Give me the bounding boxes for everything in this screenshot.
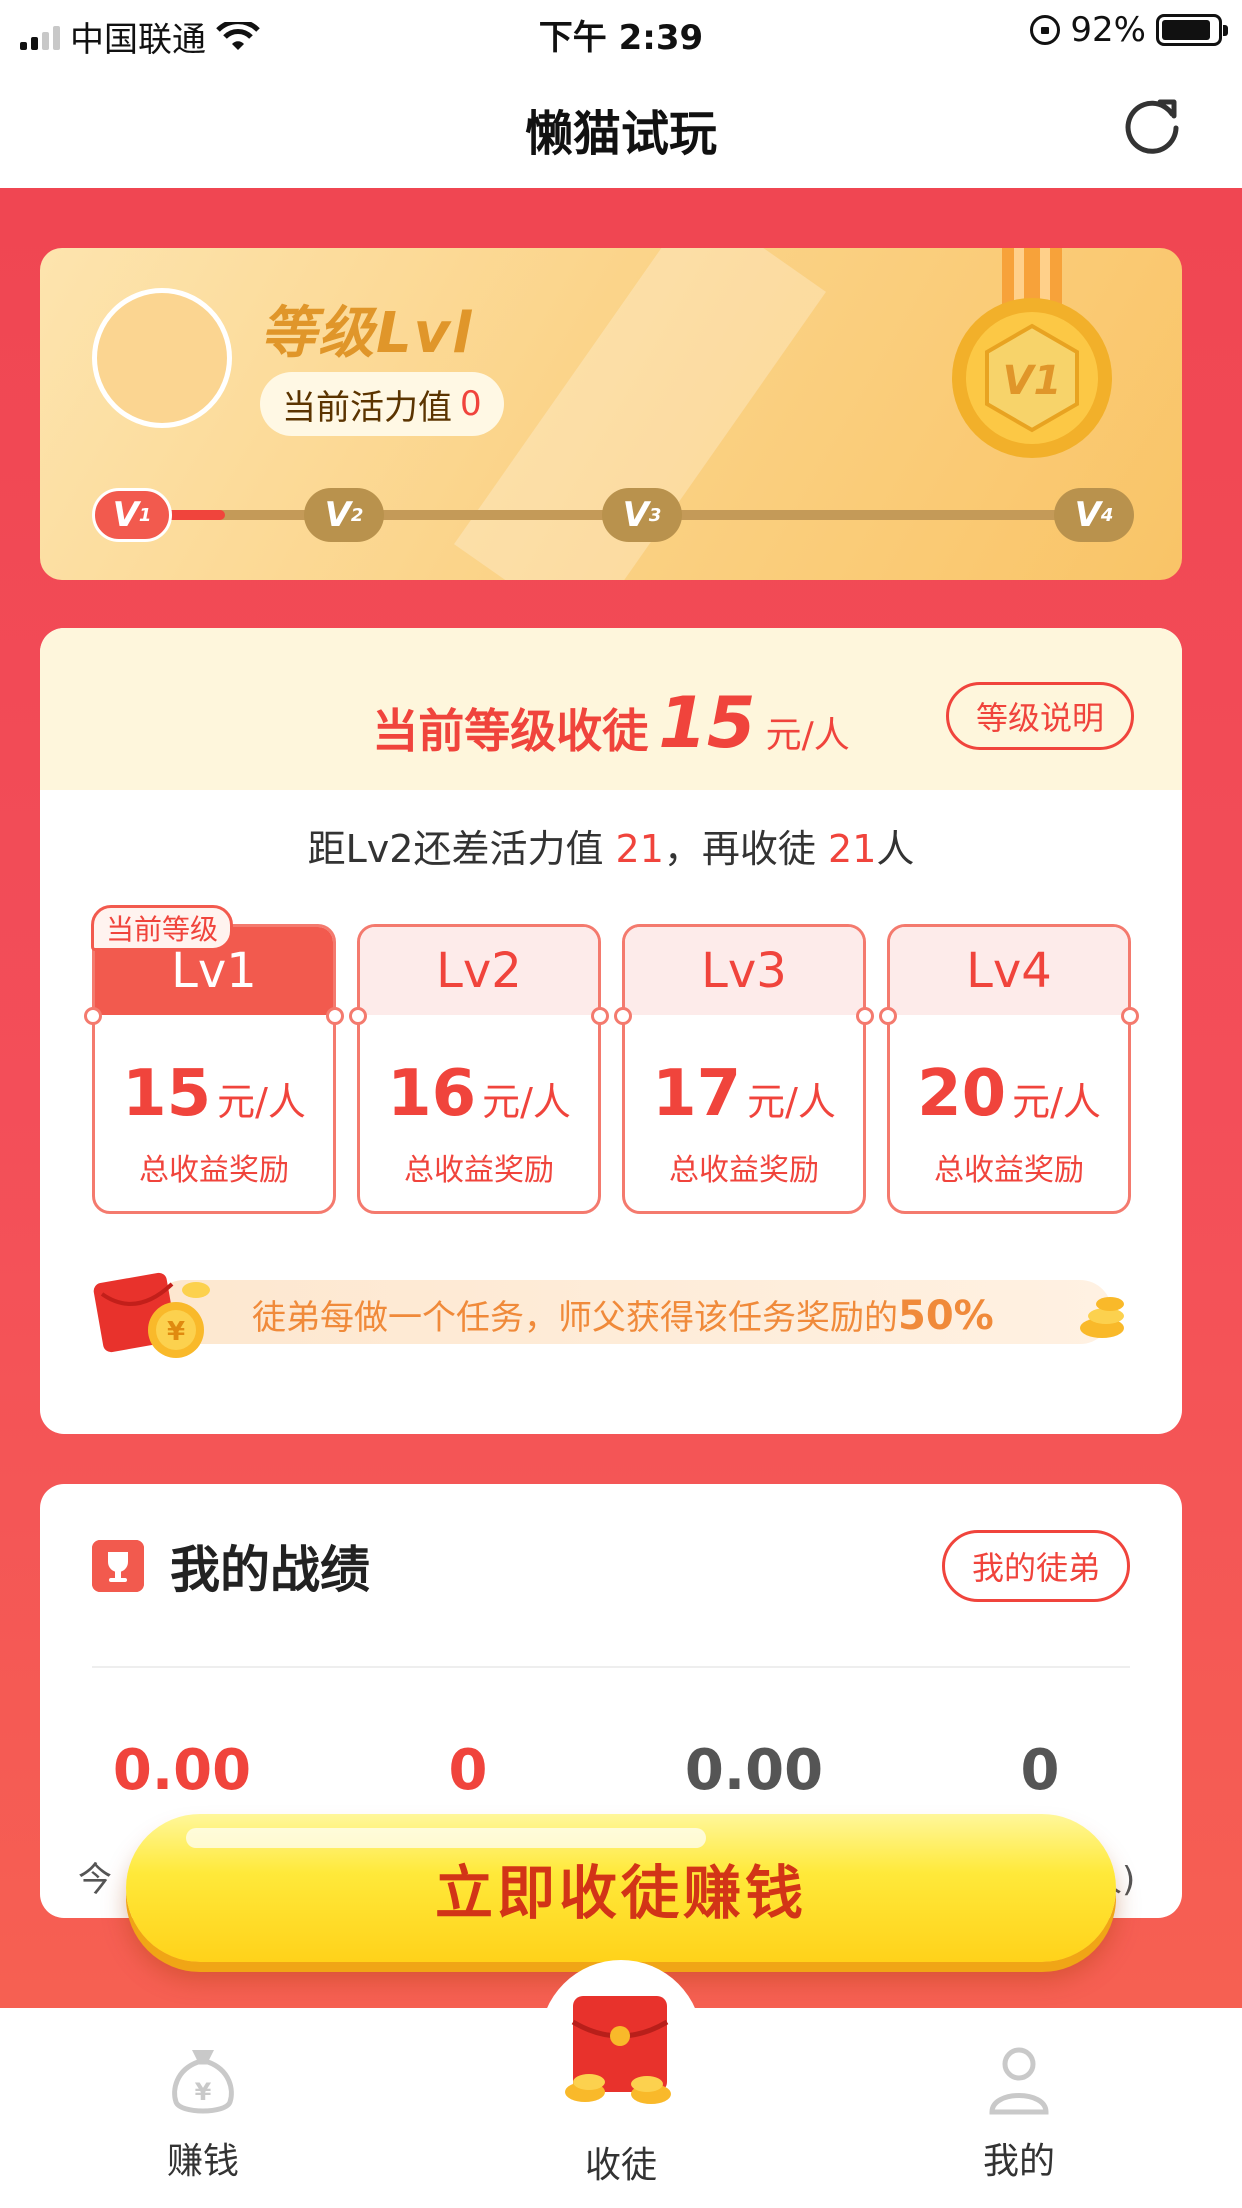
tier-label: 总收益奖励 [139,1153,289,1188]
medal-icon: V1 [952,248,1112,458]
divider [92,1666,1130,1668]
tier-label: 总收益奖励 [934,1153,1084,1188]
level-title: 等级Lvl [260,301,474,366]
money-bag-icon: ¥ [172,2050,234,2114]
tab-label: 我的 [982,2141,1055,2182]
next-level-requirement: 距Lv2还差活力值 21，再收徒 21人 [307,827,915,871]
avatar[interactable] [92,288,232,428]
tip-percent: 50% [898,1293,994,1339]
page-title: 懒猫试玩 [524,106,717,162]
tier-card-lv4[interactable]: Lv4 20 元/人 总收益奖励 [879,924,1139,1214]
stat-value-4: 0 [1020,1738,1060,1803]
activity-value: 0 [460,384,482,424]
level-badge-v3: V3 [602,488,682,542]
tier-card-lv3[interactable]: Lv3 17 元/人 总收益奖励 [614,924,874,1214]
nav-bar: 懒猫试玩 [0,62,1242,188]
stat-value-1: 0.00 [112,1738,252,1803]
svg-text:¥: ¥ [195,2078,212,2106]
my-apprentices-button[interactable]: 我的徒弟 [942,1530,1130,1602]
tier-name: Lv1 [171,943,257,999]
status-bar: 中国联通 下午 2:39 92% [0,0,1242,62]
coins-icon [1080,1297,1124,1338]
red-envelope-icon[interactable] [555,1988,685,2118]
tab-mine[interactable]: 我的 [869,2008,1169,2208]
activity-label: 当前活力值 [282,387,452,428]
tier-label: 总收益奖励 [669,1153,819,1188]
level-card: 等级Lvl 当前活力值 0 V1 V1 V2 V3 V4 [40,248,1182,580]
current-reward-amount: 15 [658,682,756,764]
medal-label: V1 [1003,358,1062,404]
user-icon [989,2047,1049,2115]
tier-list: Lv1 15 元/人 总收益奖励 当前等级 Lv2 16 元/人 总收益奖励 Lv3… [84,905,1139,1216]
svg-text:¥: ¥ [167,1317,185,1347]
refresh-icon[interactable] [1120,92,1184,156]
tab-label: 赚钱 [166,2141,239,2182]
current-level-tag: 当前等级 [91,905,234,951]
recruit-card: 当前等级收徒 15 元/人 等级说明 距Lv2还差活力值 21，再收徒 21人 Lv… [40,628,1182,1434]
level-badge-v2: V2 [304,488,384,542]
level-badge-v4: V4 [1054,488,1134,542]
stat-value-2: 0 [448,1738,488,1803]
activity-pill: 当前活力值 0 [260,372,504,436]
record-title: 我的战绩 [170,1541,370,1599]
tip-text: 徒弟每做一个任务，师父获得该任务奖励的 [252,1298,898,1338]
recruit-now-button[interactable]: 立即收徒赚钱 [126,1814,1116,1962]
level-badge-v1: V1 [92,488,172,542]
stat-label-1: 今 [78,1860,112,1900]
tier-price: 17 [652,1057,742,1131]
tier-card-lv2[interactable]: Lv2 16 元/人 总收益奖励 [349,924,609,1214]
tier-price: 20 [917,1057,1007,1131]
recruit-header: 当前等级收徒 15 元/人 等级说明 [40,628,1182,790]
orientation-lock-icon [1030,15,1061,45]
tier-name: Lv3 [701,943,787,999]
tier-name: Lv4 [966,943,1052,999]
recruit-now-label: 立即收徒赚钱 [434,1859,807,1927]
level-description-button[interactable]: 等级说明 [946,682,1134,750]
battery-percent: 92% [1070,10,1146,50]
tier-card-lv1[interactable]: Lv1 15 元/人 总收益奖励 当前等级 [84,905,344,1214]
tab-earn[interactable]: ¥ 赚钱 [53,2008,353,2208]
tier-label: 总收益奖励 [404,1153,554,1188]
current-reward-unit: 元/人 [765,715,850,756]
battery-icon [1156,14,1228,46]
stat-value-3: 0.00 [684,1738,824,1803]
red-envelope-icon: ¥ [93,1272,210,1358]
tier-price: 15 [122,1057,212,1131]
tab-label: 收徒 [584,2145,657,2186]
trophy-icon [92,1540,144,1592]
commission-tip: ¥ 徒弟每做一个任务，师父获得该任务奖励的50% [92,1268,1132,1358]
tier-name: Lv2 [436,943,522,999]
tier-price: 16 [387,1057,477,1131]
current-reward-label: 当前等级收徒 [372,704,649,758]
